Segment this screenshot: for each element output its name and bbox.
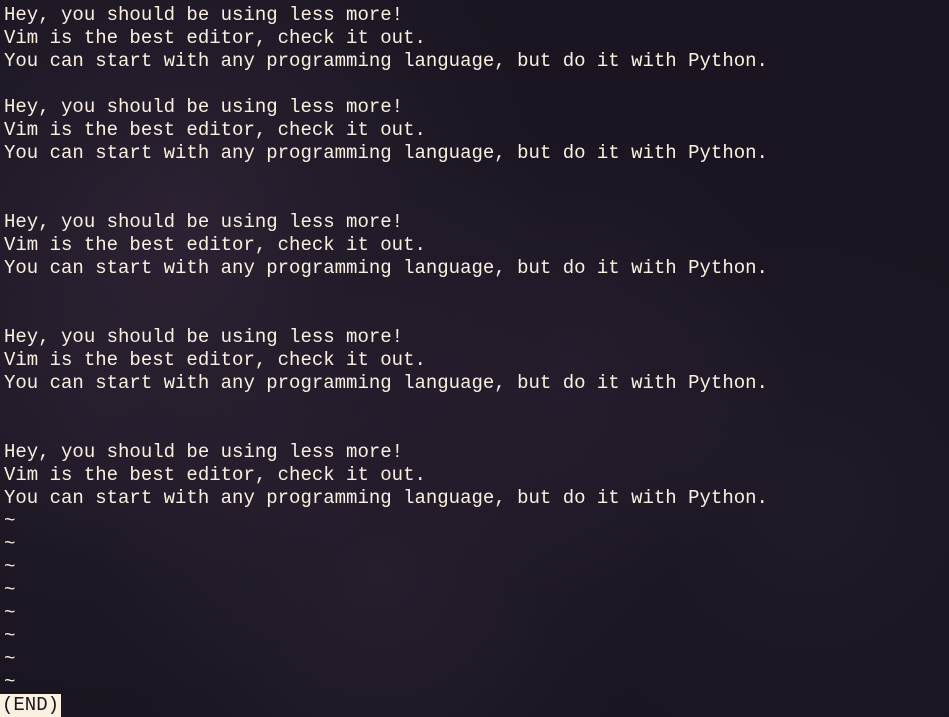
file-text-line: Vim is the best editor, check it out. [4, 119, 949, 142]
file-text-line: Hey, you should be using less more! [4, 326, 949, 349]
pager-end-indicator: (END) [0, 694, 61, 717]
empty-buffer-tilde: ~ [4, 602, 949, 625]
empty-buffer-tilde: ~ [4, 556, 949, 579]
empty-buffer-tilde: ~ [4, 671, 949, 694]
blank-line [4, 280, 949, 303]
file-text-line: Hey, you should be using less more! [4, 211, 949, 234]
blank-line [4, 418, 949, 441]
empty-buffer-tilde: ~ [4, 648, 949, 671]
file-text-line: You can start with any programming langu… [4, 142, 949, 165]
file-text-line: Vim is the best editor, check it out. [4, 234, 949, 257]
file-text-line: Hey, you should be using less more! [4, 441, 949, 464]
file-text-line: You can start with any programming langu… [4, 372, 949, 395]
file-text-line: Vim is the best editor, check it out. [4, 349, 949, 372]
blank-line [4, 188, 949, 211]
blank-line [4, 73, 949, 96]
empty-buffer-tilde: ~ [4, 510, 949, 533]
file-text-line: Hey, you should be using less more! [4, 4, 949, 27]
blank-line [4, 395, 949, 418]
file-text-line: You can start with any programming langu… [4, 50, 949, 73]
blank-line [4, 165, 949, 188]
terminal-viewport[interactable]: Hey, you should be using less more!Vim i… [0, 0, 949, 694]
empty-buffer-tilde: ~ [4, 625, 949, 648]
file-text-line: You can start with any programming langu… [4, 257, 949, 280]
empty-buffer-tilde: ~ [4, 533, 949, 556]
blank-line [4, 303, 949, 326]
file-text-line: You can start with any programming langu… [4, 487, 949, 510]
pager-status-bar: (END) [0, 694, 61, 717]
empty-buffer-tilde: ~ [4, 579, 949, 602]
file-text-line: Hey, you should be using less more! [4, 96, 949, 119]
file-text-line: Vim is the best editor, check it out. [4, 27, 949, 50]
file-text-line: Vim is the best editor, check it out. [4, 464, 949, 487]
